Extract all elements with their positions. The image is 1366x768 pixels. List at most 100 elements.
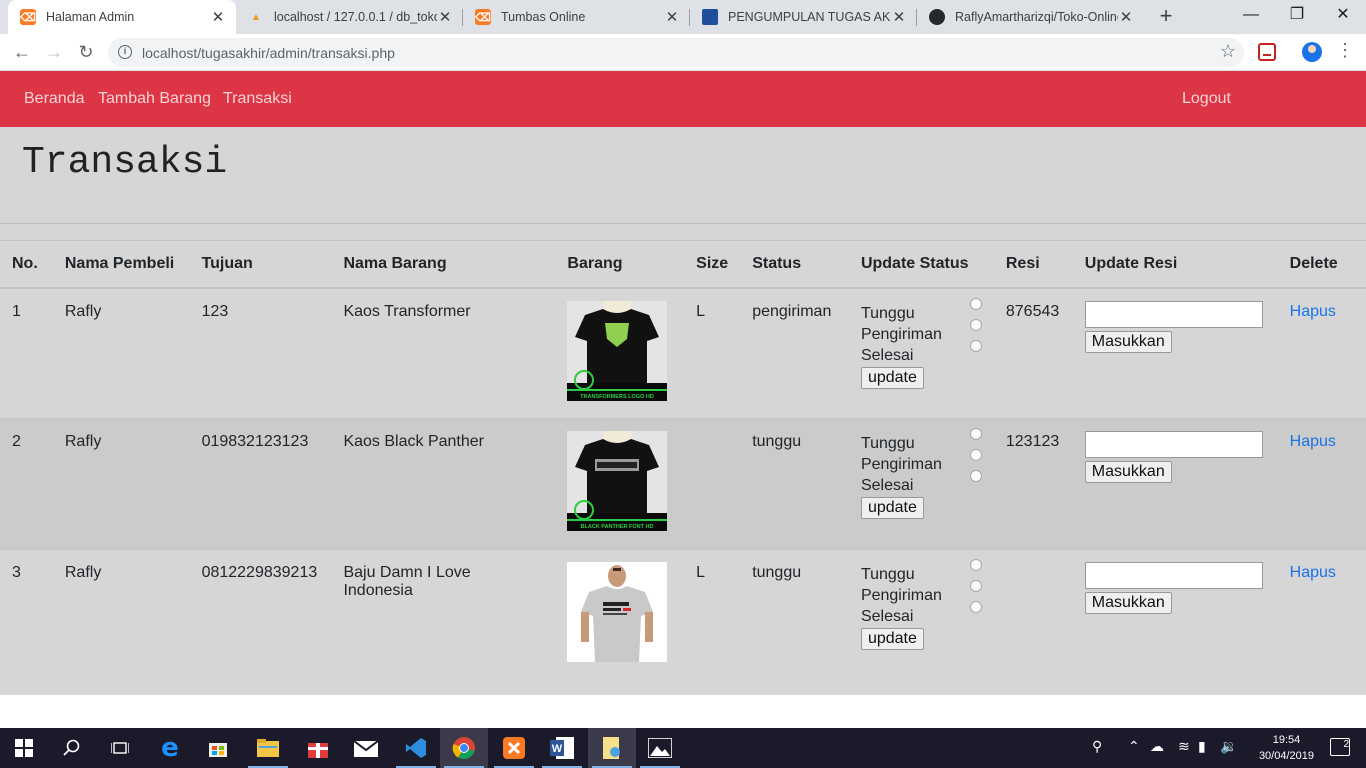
browser-tab-strip: ⌫ Halaman Admin ✕ ▲ localhost / 127.0.0.… [0,0,1366,34]
cell-barang: BLACK PANTHER FONT HD [555,419,684,550]
radio-selesai[interactable] [969,339,982,352]
masukkan-button[interactable]: Masukkan [1084,461,1172,483]
radio-tunggu[interactable] [969,559,982,571]
tab-pengumpulan-tugas[interactable]: PENGUMPULAN TUGAS AKHIR ✕ [690,0,917,34]
status-option-label: Pengiriman [860,325,942,343]
column-header: Status [752,254,802,272]
product-image-damn-i-love-indonesia [567,562,668,662]
store-icon[interactable] [194,728,242,768]
table-row: 3 Rafly 0812229839213 Baju Damn I Love I… [0,549,1366,681]
resi-input[interactable] [1084,431,1263,458]
chrome-icon[interactable] [440,728,488,768]
close-tab-icon[interactable]: ✕ [210,8,226,26]
status-option-label: Pengiriman [860,587,942,604]
hapus-link[interactable]: Hapus [1290,564,1336,581]
onedrive-icon[interactable]: ☁ [1150,738,1164,755]
status-option-label: Selesai [860,477,914,494]
address-bar[interactable]: i localhost/tugasakhir/admin/transaksi.p… [108,38,1244,67]
radio-tunggu[interactable] [969,297,982,310]
column-header: Delete [1289,254,1338,272]
hapus-link[interactable]: Hapus [1290,433,1336,450]
notification-icon[interactable]: 2 [1330,738,1350,756]
photos-icon[interactable] [636,728,684,768]
table-row: 2 Rafly 019832123123 Kaos Black Panther [0,418,1366,550]
wifi-icon[interactable]: ≋ [1178,738,1190,755]
column-header: Nama Pembeli [64,254,175,272]
update-button[interactable]: update [860,366,924,389]
folder-icon[interactable] [588,728,636,768]
task-view-icon[interactable] [96,728,144,768]
product-image-black-panther: BLACK PANTHER FONT HD [567,431,668,531]
people-icon[interactable]: ⚲ [1092,738,1102,755]
nav-transaksi[interactable]: Transaksi [223,90,292,108]
cell-tujuan: 0812229839213 [201,564,318,581]
tab-tumbas-online[interactable]: ⌫ Tumbas Online ✕ [463,0,690,34]
github-icon [929,9,945,25]
browser-menu-icon[interactable]: ⋮ [1336,40,1354,61]
extension-icon[interactable] [1258,43,1276,61]
cell-resi [994,550,1073,681]
new-tab-icon[interactable]: + [1154,5,1178,29]
cell-nama-barang: Kaos Transformer [343,302,471,320]
column-header: Nama Barang [343,254,447,272]
notification-count: 2 [1343,739,1349,750]
mail-icon[interactable] [342,728,390,768]
forward-icon[interactable]: → [40,38,68,66]
system-clock[interactable]: 19:54 30/04/2019 [1259,732,1314,764]
reload-icon[interactable]: ↻ [72,38,100,66]
radio-pengiriman[interactable] [969,580,982,592]
cell-delete: Hapus [1278,419,1366,550]
back-icon[interactable]: ← [8,38,36,66]
resi-input[interactable] [1084,300,1263,328]
close-tab-icon[interactable]: ✕ [664,8,680,26]
hapus-link[interactable]: Hapus [1290,303,1336,320]
radio-selesai[interactable] [969,470,982,482]
masukkan-button[interactable]: Masukkan [1084,592,1172,614]
close-tab-icon[interactable]: ✕ [1118,8,1134,26]
tab-halaman-admin[interactable]: ⌫ Halaman Admin ✕ [8,0,236,34]
start-icon[interactable] [0,728,48,768]
product-image-transformer: TRANSFORMERS LOGO HD [567,300,668,401]
status-option-label: Selesai [860,346,914,364]
word-icon[interactable]: W [538,728,586,768]
tab-phpmyadmin[interactable]: ▲ localhost / 127.0.0.1 / db_toko ✕ [236,0,463,34]
site-info-icon[interactable]: i [118,45,132,59]
nav-logout[interactable]: Logout [1182,90,1231,108]
close-tab-icon[interactable]: ✕ [437,8,453,26]
cell-resi: 123123 [1005,433,1060,450]
cell-barang [555,550,684,681]
update-button[interactable]: update [860,497,924,519]
update-button[interactable]: update [860,628,924,650]
tab-github[interactable]: RaflyAmartharizqi/Toko-Online ✕ [917,0,1144,34]
close-tab-icon[interactable]: ✕ [891,8,907,26]
resi-input[interactable] [1084,562,1263,589]
radio-pengiriman[interactable] [969,449,982,461]
radio-tunggu[interactable] [969,428,982,440]
search-icon[interactable] [48,728,96,768]
bookmark-star-icon[interactable]: ☆ [1220,41,1236,62]
gift-icon[interactable] [294,728,342,768]
cell-resi: 876543 [1005,302,1060,320]
radio-pengiriman[interactable] [969,318,982,331]
volume-icon[interactable]: 🔉 [1220,738,1237,755]
tab-title: RaflyAmartharizqi/Toko-Online [955,10,1118,24]
nav-beranda[interactable]: Beranda [24,90,85,108]
close-window-icon[interactable]: ✕ [1320,0,1366,34]
radio-selesai[interactable] [969,601,982,613]
nav-tambah-barang[interactable]: Tambah Barang [98,90,211,108]
file-explorer-icon[interactable] [244,728,292,768]
cell-update-status: Tunggu Pengiriman Selesai update [849,288,994,419]
battery-icon[interactable]: ▮ [1198,738,1206,755]
masukkan-button[interactable]: Masukkan [1084,330,1172,353]
status-option-label: Selesai [860,608,914,625]
profile-avatar[interactable] [1302,42,1322,62]
column-header: Size [696,254,729,272]
maximize-icon[interactable]: ❐ [1274,0,1320,34]
minimize-icon[interactable]: — [1228,0,1274,34]
edge-icon[interactable]: e [146,728,194,768]
xampp-icon: ⌫ [475,9,491,25]
xampp-icon[interactable] [490,728,538,768]
show-hidden-icon[interactable]: ⌃ [1128,738,1140,755]
vscode-icon[interactable] [392,728,440,768]
tab-title: localhost / 127.0.0.1 / db_toko [274,10,437,24]
